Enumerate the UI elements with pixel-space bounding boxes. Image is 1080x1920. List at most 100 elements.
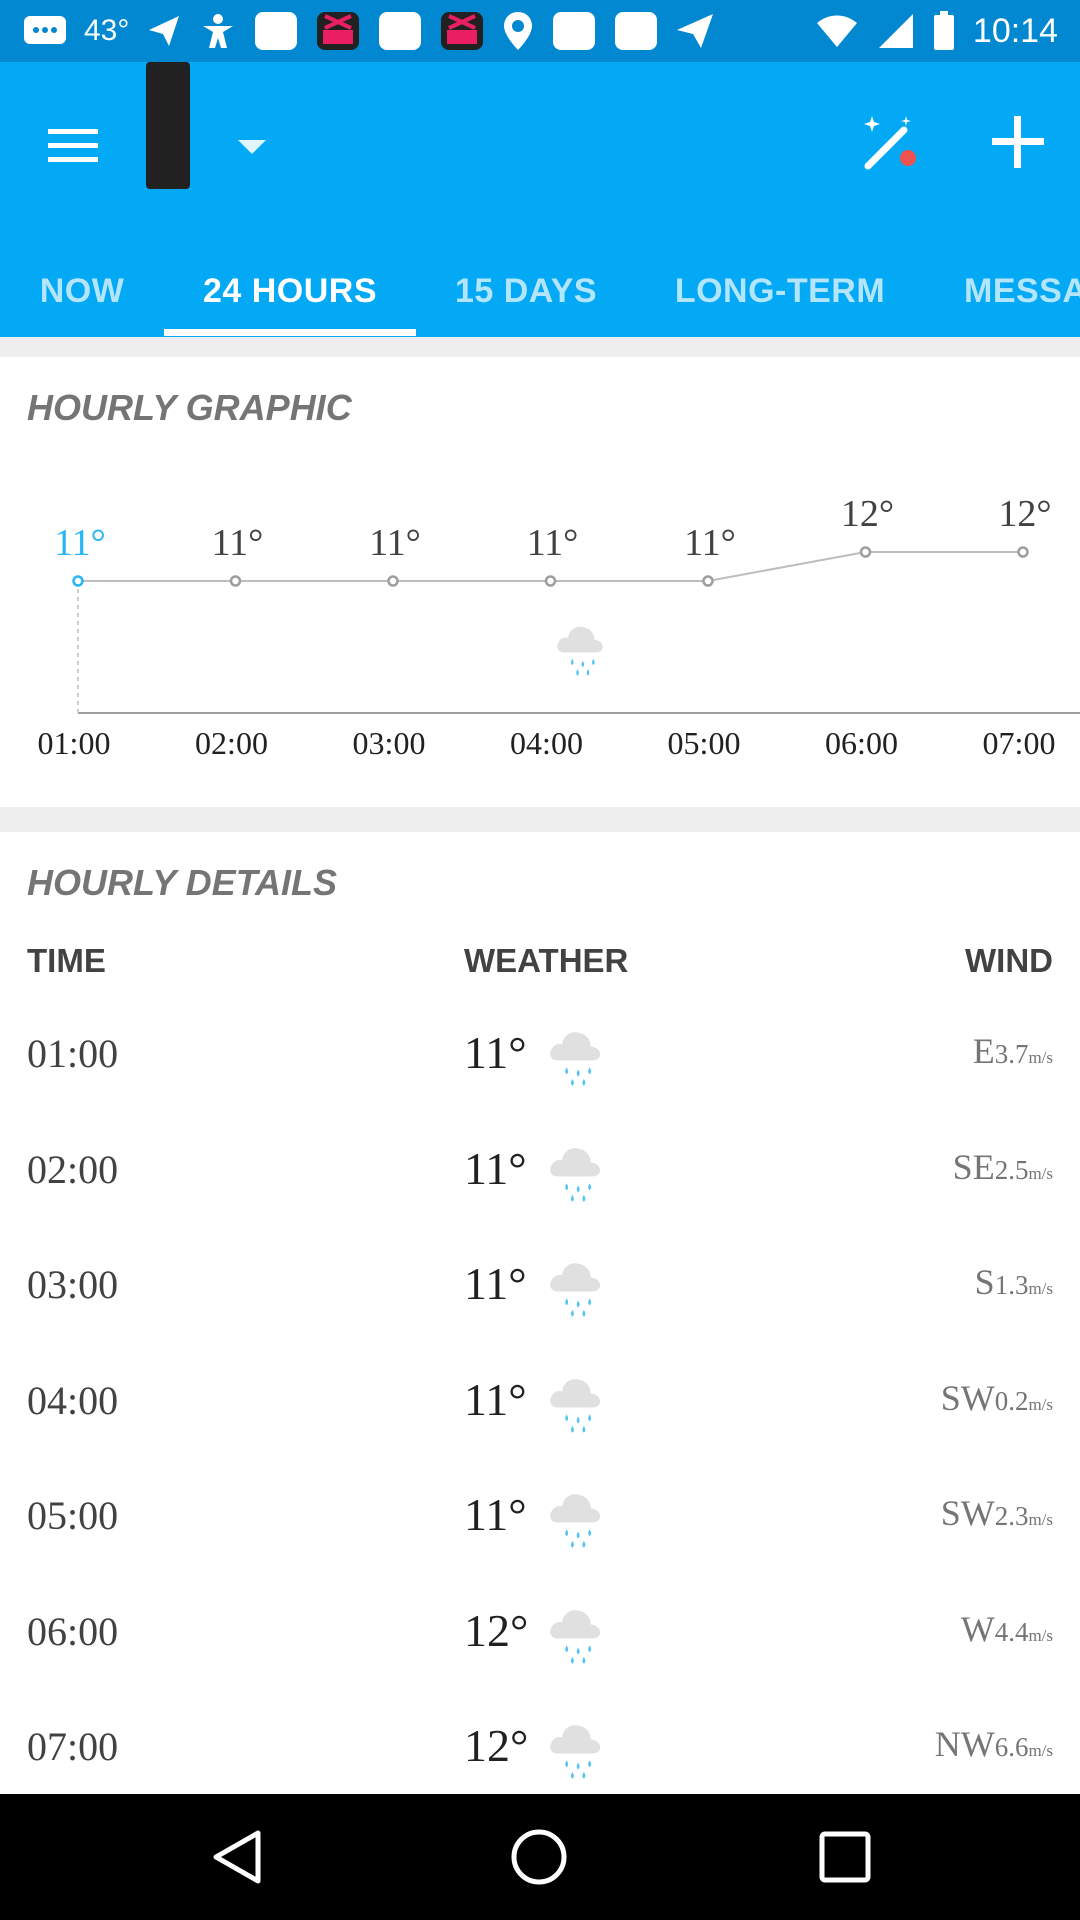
popcorn-icon (315, 10, 361, 52)
x-tick-label: 02:00 (195, 725, 268, 761)
rain-cloud-shape (550, 1032, 601, 1086)
temperature-point (702, 575, 714, 587)
wind-speed: 0.2 (994, 1385, 1029, 1416)
row-wind: S1.3m/s (975, 1261, 1053, 1303)
x-tick-label: 06:00 (825, 725, 898, 761)
rain-cloud-shape (550, 1263, 601, 1317)
rain-cloud-icon (550, 1147, 601, 1202)
active-tab-indicator (164, 329, 416, 336)
cell-signal-icon (877, 12, 915, 50)
x-tick-label: 07:00 (983, 725, 1056, 761)
rain-cloud-icon (550, 1494, 601, 1548)
rain-cloud-shape (550, 1609, 601, 1664)
hourly-row: 04:00 11° SW0.2m/s (0, 1353, 1080, 1469)
wind-direction: E (972, 1031, 995, 1071)
location-selector[interactable] (146, 62, 190, 189)
temperature-point (544, 575, 557, 587)
chat-icon (22, 14, 68, 48)
row-temperature: 12° (464, 1604, 529, 1656)
app-icon (551, 10, 597, 52)
hourly-row: 01:00 11° E3.7m/s (0, 1006, 1080, 1122)
location-pin-icon (501, 10, 535, 52)
popcorn-icon (439, 10, 485, 52)
row-wind: SE2.5m/s (953, 1146, 1053, 1188)
temperature-point (387, 575, 399, 587)
column-header-wind: WIND (965, 942, 1053, 979)
status-temperature: 43° (84, 14, 130, 47)
hourly-row: 03:00 11° S1.3m/s (0, 1237, 1080, 1353)
accessibility-icon (199, 12, 237, 50)
system-indicators: 10:14 (815, 8, 1058, 54)
temperature-point-label: 11° (212, 522, 264, 564)
caret-down-icon[interactable] (236, 132, 268, 164)
wind-direction: SW (940, 1377, 995, 1418)
x-tick-label: 04:00 (510, 725, 583, 761)
x-tick-label: 05:00 (668, 725, 741, 761)
x-tick-label: 03:00 (353, 725, 426, 761)
row-time: 05:00 (27, 1493, 119, 1538)
row-temperature: 11° (464, 1258, 527, 1309)
row-temperature: 11° (464, 1373, 527, 1425)
tab-24-hours[interactable]: 24 HOURS (164, 246, 416, 337)
hourly-row: 05:00 11° SW2.3m/s (0, 1468, 1080, 1584)
row-wind: W4.4m/s (961, 1608, 1053, 1650)
row-time: 01:00 (27, 1031, 119, 1076)
tab-long-term[interactable]: LONG-TERM (636, 246, 924, 337)
row-wind: E3.7m/s (973, 1030, 1053, 1072)
wind-unit: m/s (1028, 1625, 1053, 1645)
battery-icon (933, 11, 955, 51)
send-icon (145, 12, 183, 50)
rain-cloud-icon (550, 1609, 601, 1664)
temperature-point (1017, 546, 1029, 558)
wind-unit: m/s (1028, 1741, 1053, 1760)
wind-direction: SE (952, 1146, 995, 1187)
plus-icon[interactable] (980, 104, 1056, 180)
row-temperature: 11° (464, 1142, 527, 1194)
wind-unit: m/s (1028, 1163, 1053, 1183)
tab-now[interactable]: NOW (0, 246, 164, 337)
temperature-point-label: 11° (527, 522, 579, 564)
hourly-row: 06:00 12° W4.4m/s (0, 1584, 1080, 1700)
rain-cloud-shape (550, 1725, 601, 1779)
home-circle-icon[interactable] (506, 1824, 572, 1890)
notification-icons: 43° (22, 10, 715, 52)
temperature-point-label: 12° (841, 493, 894, 535)
wind-unit: m/s (1028, 1510, 1053, 1529)
navigation-bar (0, 1794, 1080, 1920)
wind-direction: NW (934, 1724, 995, 1764)
menu-icon[interactable] (40, 112, 106, 178)
rain-cloud-shape (550, 1378, 601, 1433)
column-header-time: TIME (27, 942, 106, 979)
back-triangle-icon[interactable] (204, 1824, 270, 1890)
temperature-point-label: 11° (684, 522, 736, 564)
status-time: 10:14 (972, 11, 1058, 50)
wind-speed: 3.7 (994, 1039, 1029, 1069)
app-icon (377, 10, 423, 52)
recents-square-icon[interactable] (812, 1824, 878, 1890)
tab-15-days[interactable]: 15 DAYS (416, 246, 636, 337)
rain-cloud-shape (550, 1147, 601, 1202)
wind-speed: 1.3 (994, 1270, 1029, 1300)
status-bar: 43° 10:14 (0, 0, 1080, 62)
wind-speed: 2.5 (994, 1154, 1029, 1185)
temperature-point-label: 11° (369, 522, 421, 564)
wind-unit: m/s (1028, 1394, 1053, 1414)
magic-wand-icon[interactable] (852, 104, 928, 180)
row-time: 03:00 (27, 1262, 119, 1307)
rain-cloud-icon (550, 1725, 601, 1779)
wind-direction: W (960, 1608, 995, 1649)
hourly-details-title: HOURLY DETAILS (27, 862, 338, 903)
row-wind: SW0.2m/s (941, 1377, 1053, 1419)
hourly-graphic-card: HOURLY GRAPHIC 11° 01:00 11° 02:00 11° 03:00 1… (0, 357, 1080, 807)
send-icon (675, 12, 715, 50)
temperature-point (859, 546, 872, 558)
row-time: 04:00 (27, 1377, 119, 1423)
wind-direction: S (974, 1262, 995, 1302)
hourly-temperature-chart: 11° 01:00 11° 02:00 11° 03:00 11° 04:00 11° 05:00… (38, 493, 1080, 761)
rain-cloud-icon (550, 1378, 601, 1433)
row-wind: NW6.6m/s (935, 1723, 1053, 1765)
wind-unit: m/s (1028, 1279, 1053, 1298)
wind-speed: 6.6 (994, 1732, 1029, 1762)
tab-messages[interactable]: MESSA (924, 246, 1080, 337)
temperature-point-label: 11° (54, 522, 106, 564)
